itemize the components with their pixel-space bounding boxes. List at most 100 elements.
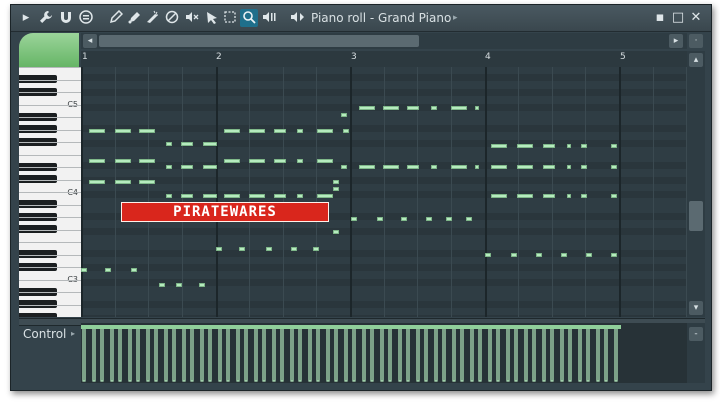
control-label[interactable]: Control	[23, 327, 66, 341]
midi-note[interactable]	[611, 253, 617, 257]
midi-note[interactable]	[89, 129, 105, 133]
midi-note[interactable]	[159, 283, 165, 287]
midi-note[interactable]	[543, 194, 555, 198]
scroll-up-button[interactable]: ▴	[689, 53, 703, 67]
midi-note[interactable]	[274, 194, 286, 198]
midi-note[interactable]	[581, 144, 587, 148]
midi-note[interactable]	[139, 159, 155, 163]
midi-note[interactable]	[166, 165, 172, 169]
midi-note[interactable]	[407, 165, 419, 169]
midi-note[interactable]	[586, 253, 592, 257]
piano-keyboard[interactable]: C5 C4 C3	[19, 67, 82, 317]
midi-note[interactable]	[216, 247, 222, 251]
midi-note[interactable]	[297, 129, 303, 133]
midi-note[interactable]	[383, 165, 399, 169]
delete-icon[interactable]	[163, 9, 181, 27]
midi-note[interactable]	[224, 129, 240, 133]
midi-note[interactable]	[181, 142, 193, 146]
midi-note[interactable]	[517, 194, 533, 198]
menu-arrow-icon[interactable]: ▸	[17, 9, 35, 27]
midi-note[interactable]	[89, 180, 105, 184]
midi-note[interactable]	[249, 194, 265, 198]
midi-note[interactable]	[333, 230, 339, 234]
paint-brush-icon[interactable]	[125, 9, 143, 27]
midi-note[interactable]	[89, 159, 105, 163]
midi-note[interactable]	[181, 194, 193, 198]
midi-note[interactable]	[543, 165, 555, 169]
note-grid[interactable]	[81, 67, 687, 317]
midi-note[interactable]	[317, 159, 333, 163]
midi-note[interactable]	[491, 194, 507, 198]
scroll-right-button[interactable]: ▸	[669, 34, 683, 48]
midi-note[interactable]	[485, 253, 491, 257]
midi-note[interactable]	[166, 194, 172, 198]
playback-icon[interactable]	[260, 9, 278, 27]
midi-note[interactable]	[341, 165, 347, 169]
vertical-scroll-thumb[interactable]	[689, 201, 703, 231]
midi-note[interactable]	[166, 142, 172, 146]
midi-note[interactable]	[359, 165, 375, 169]
midi-note[interactable]	[426, 217, 432, 221]
midi-note[interactable]	[451, 106, 467, 110]
midi-note[interactable]	[567, 165, 571, 169]
midi-note[interactable]	[131, 268, 137, 272]
midi-note[interactable]	[203, 194, 217, 198]
midi-note[interactable]	[249, 129, 265, 133]
midi-note[interactable]	[199, 283, 205, 287]
midi-note[interactable]	[451, 165, 467, 169]
slice-icon[interactable]	[143, 9, 161, 27]
midi-note[interactable]	[203, 165, 217, 169]
midi-note[interactable]	[611, 194, 617, 198]
midi-note[interactable]	[115, 129, 131, 133]
midi-note[interactable]	[317, 129, 333, 133]
scroll-left-button[interactable]: ◂	[83, 34, 97, 48]
title-menu-arrow-icon[interactable]: ▸	[453, 10, 458, 26]
midi-note[interactable]	[341, 113, 347, 117]
midi-note[interactable]	[543, 144, 555, 148]
midi-note[interactable]	[567, 194, 571, 198]
midi-note[interactable]	[333, 187, 339, 191]
midi-note[interactable]	[561, 253, 567, 257]
midi-note[interactable]	[266, 247, 272, 251]
slip-icon[interactable]	[203, 9, 221, 27]
midi-note[interactable]	[611, 144, 617, 148]
pan-button[interactable]: ·	[689, 34, 703, 48]
scroll-down-button[interactable]: ▾	[689, 301, 703, 315]
zoom-icon[interactable]	[240, 9, 258, 27]
midi-note[interactable]	[176, 283, 182, 287]
midi-note[interactable]	[274, 129, 286, 133]
speaker-icon[interactable]	[289, 9, 307, 27]
timeline-ruler[interactable]: 1 2 3 4 5	[81, 51, 687, 68]
stamp-icon[interactable]	[77, 9, 95, 27]
midi-note[interactable]	[491, 165, 507, 169]
midi-note[interactable]	[224, 194, 240, 198]
midi-note[interactable]	[224, 159, 240, 163]
midi-note[interactable]	[343, 129, 349, 133]
midi-note[interactable]	[567, 144, 571, 148]
midi-note[interactable]	[517, 144, 533, 148]
midi-note[interactable]	[239, 247, 245, 251]
midi-note[interactable]	[377, 217, 383, 221]
midi-note[interactable]	[297, 159, 303, 163]
select-icon[interactable]	[221, 9, 239, 27]
midi-note[interactable]	[81, 268, 87, 272]
pencil-icon[interactable]	[107, 9, 125, 27]
control-scroll-button[interactable]: -	[689, 327, 703, 341]
midi-note[interactable]	[517, 165, 533, 169]
vertical-scrollbar[interactable]: ▴ ▾	[687, 51, 705, 317]
mute-icon[interactable]	[183, 9, 201, 27]
midi-note[interactable]	[274, 159, 286, 163]
horizontal-scrollbar[interactable]: ◂ ▸	[81, 33, 687, 49]
midi-note[interactable]	[475, 165, 479, 169]
maximize-button[interactable]: □	[669, 9, 687, 27]
midi-note[interactable]	[333, 180, 339, 184]
midi-note[interactable]	[407, 106, 419, 110]
minimize-button[interactable]: ▪	[651, 9, 669, 27]
midi-note[interactable]	[313, 247, 319, 251]
midi-note[interactable]	[446, 217, 452, 221]
midi-note[interactable]	[203, 142, 217, 146]
midi-note[interactable]	[383, 106, 399, 110]
midi-note[interactable]	[105, 268, 111, 272]
midi-note[interactable]	[359, 106, 375, 110]
midi-note[interactable]	[431, 106, 437, 110]
